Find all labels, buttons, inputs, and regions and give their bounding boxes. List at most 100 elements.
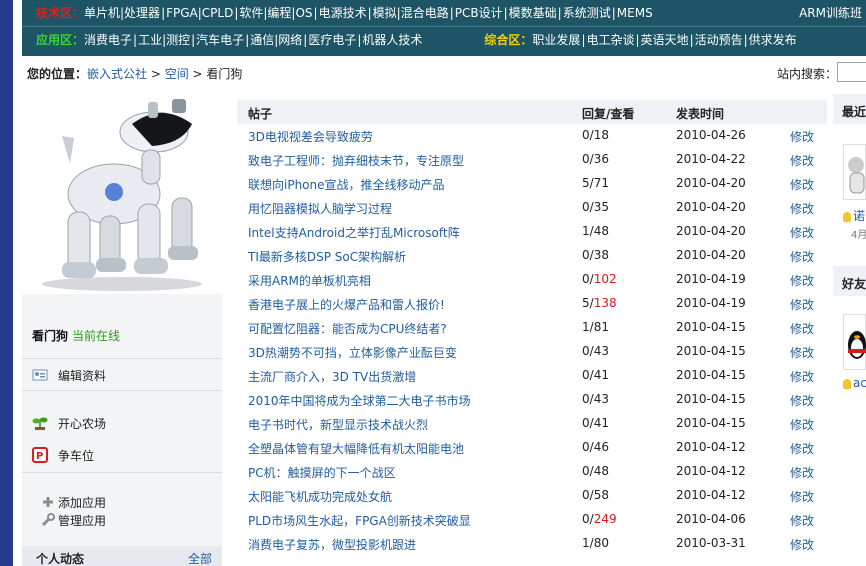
post-title-link[interactable]: TI最新多核DSP SoC架构解析 bbox=[248, 248, 406, 265]
reply-view-count: 0/41 bbox=[582, 416, 609, 430]
nav-item-tech-5[interactable]: PCB设计 bbox=[455, 6, 503, 20]
table-row: 3D电视视差会导致疲劳 0/18 2010-04-26 修改 bbox=[237, 124, 827, 148]
table-row: 主流厂商介入，3D TV出货激增 0/41 2010-04-15 修改 bbox=[237, 364, 827, 388]
nav-item-tech-1[interactable]: FPGA|CPLD bbox=[166, 6, 233, 20]
edit-post-link[interactable]: 修改 bbox=[790, 464, 814, 481]
edit-post-link[interactable]: 修改 bbox=[790, 272, 814, 289]
post-title-link[interactable]: 全塑晶体管有望大幅降低有机太阳能电池 bbox=[248, 440, 464, 457]
nav-item-app-1[interactable]: 工业|测控 bbox=[138, 33, 190, 47]
nav-item-app-3[interactable]: 通信|网络 bbox=[250, 33, 302, 47]
nav-item-app-2[interactable]: 汽车电子 bbox=[196, 33, 244, 47]
reply-count: 0 bbox=[582, 464, 590, 478]
activity-all-link[interactable]: 全部 bbox=[188, 550, 212, 566]
post-date: 2010-04-15 bbox=[676, 320, 746, 334]
nav-item-general-1[interactable]: 电工杂谈 bbox=[586, 33, 634, 47]
friend-name[interactable]: ac bbox=[843, 376, 866, 390]
penguin-icon bbox=[848, 331, 866, 359]
breadcrumb-space[interactable]: 空间 bbox=[165, 67, 189, 81]
post-title-link[interactable]: 3D热潮势不可挡，立体影像产业酝巨变 bbox=[248, 344, 457, 361]
reply-view-count: 5/71 bbox=[582, 176, 609, 190]
reply-count: 0 bbox=[582, 440, 590, 454]
breadcrumb-home[interactable]: 嵌入式公社 bbox=[87, 67, 147, 81]
edit-post-link[interactable]: 修改 bbox=[790, 488, 814, 505]
edit-post-link[interactable]: 修改 bbox=[790, 152, 814, 169]
post-date: 2010-04-15 bbox=[676, 416, 746, 430]
post-title-link[interactable]: PLD市场风生水起，FPGA创新技术突破显 bbox=[248, 512, 471, 529]
reply-view-count: 0/249 bbox=[582, 512, 617, 526]
reply-view-count: 0/18 bbox=[582, 128, 609, 142]
robot-dog-photo bbox=[22, 94, 222, 294]
post-title-link[interactable]: 消费电子复苏，微型投影机跟进 bbox=[248, 536, 416, 553]
nav-item-general-2[interactable]: 英语天地 bbox=[641, 33, 689, 47]
view-count: 43 bbox=[593, 344, 609, 358]
nav-item-general-3[interactable]: 活动预告 bbox=[695, 33, 743, 47]
visitor-date: 4月 bbox=[851, 230, 866, 241]
parking-icon: P bbox=[32, 447, 48, 463]
edit-post-link[interactable]: 修改 bbox=[790, 200, 814, 217]
search-input[interactable] bbox=[837, 62, 866, 82]
edit-post-link[interactable]: 修改 bbox=[790, 536, 814, 553]
post-title-link[interactable]: 致电子工程师：抛弃细枝末节，专注原型 bbox=[248, 152, 464, 169]
post-title-link[interactable]: 用忆阻器模拟人脑学习过程 bbox=[248, 200, 392, 217]
table-row: 香港电子展上的火爆产品和雷人报价! 5/138 2010-04-19 修改 bbox=[237, 292, 827, 316]
nav-item-tech-2[interactable]: 软件|编程|OS bbox=[239, 6, 312, 20]
table-row: PC机：触摸屏的下一个战区 0/48 2010-04-12 修改 bbox=[237, 460, 827, 484]
table-row: 电子书时代，新型显示技术战火烈 0/41 2010-04-15 修改 bbox=[237, 412, 827, 436]
post-date: 2010-04-22 bbox=[676, 152, 746, 166]
post-title-link[interactable]: Intel支持Android之举打乱Microsoft阵 bbox=[248, 224, 460, 241]
post-title-link[interactable]: 电子书时代，新型显示技术战火烈 bbox=[248, 416, 428, 433]
post-title-link[interactable]: 可配置忆阻器：能否成为CPU终结者? bbox=[248, 320, 447, 337]
table-row: 可配置忆阻器：能否成为CPU终结者? 1/81 2010-04-15 修改 bbox=[237, 316, 827, 340]
table-row: Intel支持Android之举打乱Microsoft阵 1/48 2010-04-… bbox=[237, 220, 827, 244]
post-title-link[interactable]: 2010年中国将成为全球第二大电子书市场 bbox=[248, 392, 471, 409]
post-title-link[interactable]: 太阳能飞机成功完成处女航 bbox=[248, 488, 392, 505]
nav-item-tech-6[interactable]: 模数基础 bbox=[509, 6, 557, 20]
post-date: 2010-04-20 bbox=[676, 200, 746, 214]
nav-item-general-0[interactable]: 职业发展 bbox=[532, 33, 580, 47]
nav-item-app-4[interactable]: 医疗电子 bbox=[308, 33, 356, 47]
post-title-link[interactable]: 联想向iPhone宣战，推全线移动产品 bbox=[248, 176, 445, 193]
post-date: 2010-04-20 bbox=[676, 224, 746, 238]
nav-row-tech: 技术区：单片机|处理器|FPGA|CPLD|软件|编程|OS|电源技术|模拟|混… bbox=[36, 0, 653, 26]
edit-post-link[interactable]: 修改 bbox=[790, 320, 814, 337]
edit-post-link[interactable]: 修改 bbox=[790, 344, 814, 361]
post-date: 2010-04-15 bbox=[676, 392, 746, 406]
nav-item-tech-7[interactable]: 系统测试 bbox=[563, 6, 611, 20]
edit-post-link[interactable]: 修改 bbox=[790, 224, 814, 241]
post-title-link[interactable]: 采用ARM的单板机亮相 bbox=[248, 272, 371, 289]
breadcrumb-current: 看门狗 bbox=[206, 67, 243, 81]
post-title-link[interactable]: PC机：触摸屏的下一个战区 bbox=[248, 464, 396, 481]
edit-post-link[interactable]: 修改 bbox=[790, 512, 814, 529]
view-count: 80 bbox=[593, 536, 609, 550]
post-title-link[interactable]: 3D电视视差会导致疲劳 bbox=[248, 128, 373, 145]
nav-item-arm-training[interactable]: ARM训练班 bbox=[799, 0, 866, 26]
nav-item-tech-8[interactable]: MEMS bbox=[617, 6, 653, 20]
edit-post-link[interactable]: 修改 bbox=[790, 392, 814, 409]
post-title-link[interactable]: 香港电子展上的火爆产品和雷人报价! bbox=[248, 296, 445, 313]
view-count: 71 bbox=[593, 176, 609, 190]
edit-post-link[interactable]: 修改 bbox=[790, 416, 814, 433]
post-title-link[interactable]: 主流厂商介入，3D TV出货激增 bbox=[248, 368, 416, 385]
visitor-name[interactable]: 诺 bbox=[843, 207, 865, 224]
site-search: 站内搜索： bbox=[777, 62, 866, 82]
nav-item-general-4[interactable]: 供求发布 bbox=[749, 33, 797, 47]
friend-avatar[interactable] bbox=[843, 314, 866, 370]
table-row: 联想向iPhone宣战，推全线移动产品 5/71 2010-04-20 修改 bbox=[237, 172, 827, 196]
reply-count: 1 bbox=[582, 224, 590, 238]
edit-post-link[interactable]: 修改 bbox=[790, 296, 814, 313]
nav-item-tech-4[interactable]: 模拟|混合电路 bbox=[373, 6, 449, 20]
nav-item-tech-0[interactable]: 单片机|处理器 bbox=[84, 6, 160, 20]
view-count: 41 bbox=[593, 368, 609, 382]
nav-item-tech-3[interactable]: 电源技术 bbox=[319, 6, 367, 20]
nav-item-app-5[interactable]: 机器人技术 bbox=[362, 33, 422, 47]
edit-post-link[interactable]: 修改 bbox=[790, 440, 814, 457]
table-row: 致电子工程师：抛弃细枝末节，专注原型 0/36 2010-04-22 修改 bbox=[237, 148, 827, 172]
edit-post-link[interactable]: 修改 bbox=[790, 128, 814, 145]
activity-title: 个人动态 bbox=[36, 552, 85, 566]
edit-post-link[interactable]: 修改 bbox=[790, 176, 814, 193]
view-count: 36 bbox=[593, 152, 609, 166]
edit-post-link[interactable]: 修改 bbox=[790, 248, 814, 265]
edit-post-link[interactable]: 修改 bbox=[790, 368, 814, 385]
visitor-avatar[interactable] bbox=[843, 144, 866, 200]
nav-item-app-0[interactable]: 消费电子 bbox=[84, 33, 132, 47]
